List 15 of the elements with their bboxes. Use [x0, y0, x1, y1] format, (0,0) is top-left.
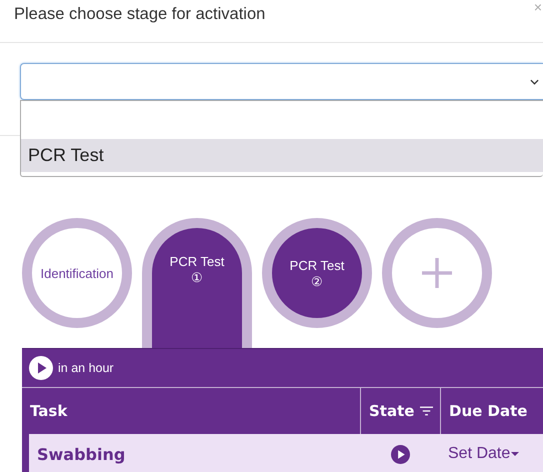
dropdown-option[interactable]: PCR Test: [21, 139, 543, 172]
filter-icon[interactable]: [420, 406, 434, 416]
stage-tab[interactable]: PCR Test ②: [262, 218, 372, 328]
stage-tab[interactable]: Identification: [22, 218, 132, 328]
plus-icon: [422, 258, 452, 288]
dialog-title: Please choose stage for activation: [14, 5, 266, 24]
play-icon[interactable]: [29, 356, 53, 380]
task-name: Swabbing: [37, 444, 126, 464]
caret-icon: [511, 452, 520, 456]
chevron-down-icon: [530, 78, 539, 84]
column-header[interactable]: Task: [22, 388, 360, 434]
schedule-label: in an hour: [58, 361, 114, 375]
play-icon[interactable]: [390, 444, 410, 464]
stage-tab[interactable]: PCR Test ①: [142, 218, 252, 348]
set-date-dropdown[interactable]: Set Date: [448, 445, 520, 463]
